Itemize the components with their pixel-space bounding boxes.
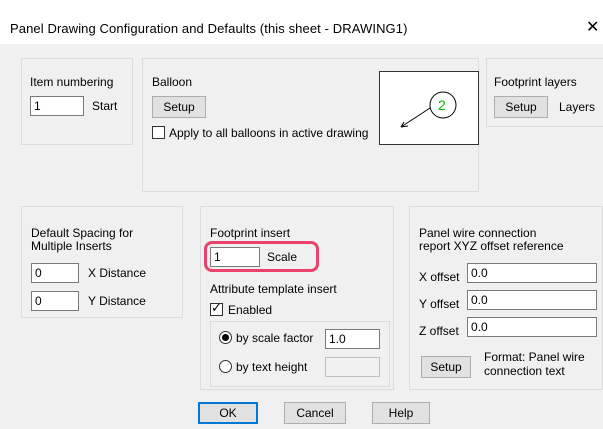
format-label-1: Format: Panel wire: [484, 350, 585, 364]
enabled-label: Enabled: [228, 303, 273, 317]
panel-wire-label-1: Panel wire connection: [419, 226, 537, 240]
scale-highlight-box: [204, 241, 319, 272]
item-start-input[interactable]: [30, 96, 84, 116]
by-text-height-radio[interactable]: [219, 360, 232, 373]
z-offset-label: Z offset: [419, 324, 459, 338]
z-offset-input[interactable]: [467, 317, 597, 337]
footprint-layers-label: Footprint layers: [494, 75, 577, 89]
checkmark-icon: ✓: [211, 300, 222, 315]
spacing-label-2: Multiple Inserts: [31, 239, 112, 253]
help-button[interactable]: Help: [372, 402, 430, 424]
scale-factor-input[interactable]: [325, 329, 380, 349]
balloon-preview: 2: [379, 71, 479, 145]
balloon-preview-graphic: 2: [400, 91, 457, 128]
radio-selected-dot: [222, 334, 229, 341]
y-distance-input[interactable]: [31, 291, 79, 311]
spacing-label-1: Default Spacing for: [31, 226, 134, 240]
item-numbering-label: Item numbering: [30, 75, 114, 89]
footprint-insert-label: Footprint insert: [210, 226, 291, 240]
by-scale-label: by scale factor: [236, 331, 314, 345]
enabled-checkbox[interactable]: ✓: [210, 300, 223, 316]
x-offset-label: X offset: [419, 270, 460, 284]
panel-wire-setup-button[interactable]: Setup: [421, 356, 471, 378]
balloon-label: Balloon: [152, 75, 193, 89]
panel-wire-label-2: report XYZ offset reference: [419, 239, 564, 253]
by-scale-radio[interactable]: [219, 331, 232, 344]
balloon-setup-button[interactable]: Setup: [152, 96, 206, 118]
x-offset-input[interactable]: [467, 263, 597, 283]
window-title: Panel Drawing Configuration and Defaults…: [10, 21, 408, 36]
y-distance-label: Y Distance: [88, 294, 146, 308]
text-height-input[interactable]: [325, 357, 380, 377]
attribute-template-label: Attribute template insert: [210, 282, 337, 296]
balloon-leader: [400, 107, 431, 128]
start-label: Start: [92, 99, 118, 113]
cancel-button[interactable]: Cancel: [284, 402, 346, 424]
format-label-2: connection text: [484, 364, 565, 378]
layers-setup-button[interactable]: Setup: [494, 96, 548, 118]
y-offset-label: Y offset: [419, 297, 460, 311]
ok-button[interactable]: OK: [198, 402, 258, 424]
y-offset-input[interactable]: [467, 290, 597, 310]
title-bar: Panel Drawing Configuration and Defaults…: [0, 0, 603, 44]
x-distance-label: X Distance: [88, 266, 147, 280]
balloon-number: 2: [438, 97, 446, 113]
by-text-height-label: by text height: [236, 360, 308, 374]
x-distance-input[interactable]: [31, 263, 79, 283]
close-icon[interactable]: ✕: [586, 17, 599, 37]
apply-balloons-label: Apply to all balloons in active drawing: [169, 126, 369, 140]
layers-label: Layers: [559, 100, 596, 114]
apply-balloons-checkbox[interactable]: [152, 126, 165, 139]
